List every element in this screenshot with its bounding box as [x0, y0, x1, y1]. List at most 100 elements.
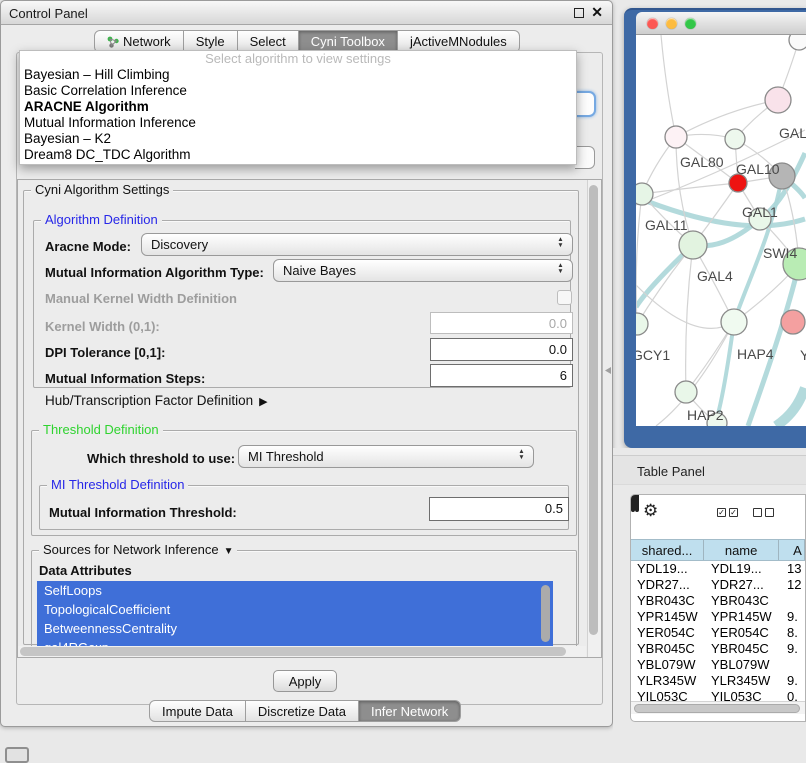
aracne-mode-label: Aracne Mode:	[45, 239, 131, 254]
inference-algorithm-combobox-fragment[interactable]	[576, 91, 596, 117]
node-top-partial[interactable]	[789, 35, 806, 50]
threshold-definition-title: Threshold Definition	[39, 423, 163, 437]
network-edge[interactable]	[686, 245, 693, 392]
apply-button[interactable]: Apply	[273, 670, 337, 692]
tab-label: Style	[196, 34, 225, 49]
table-row[interactable]: YLR345WYLR345W9.	[631, 673, 805, 689]
float-window-icon[interactable]	[574, 8, 584, 18]
network-edge[interactable]	[676, 100, 778, 137]
select-all-checkboxes-icon[interactable]: ✓✓	[717, 508, 738, 517]
table-row[interactable]: YBR045CYBR045C9.	[631, 641, 805, 657]
algorithm-option-bayesian-k2[interactable]: Bayesian – K2	[20, 131, 576, 147]
tab-label: Select	[250, 34, 286, 49]
settings-hscrollbar-thumb[interactable]	[20, 647, 566, 656]
which-threshold-combobox[interactable]: MI Threshold ▲▼	[238, 445, 534, 468]
cell: YER054C	[711, 625, 783, 640]
table-panel-titlebar[interactable]: Table Panel	[613, 455, 806, 485]
sources-title[interactable]: Sources for Network Inference▼	[39, 543, 237, 559]
deselect-all-checkboxes-icon[interactable]	[753, 508, 774, 517]
algorithm-option-basic-correlation-inference[interactable]: Basic Correlation Inference	[20, 83, 576, 99]
manual-kernel-width-label: Manual Kernel Width Definition	[45, 291, 237, 306]
bottom-tab-bar: Impute DataDiscretize DataInfer Network	[149, 700, 461, 722]
table-row[interactable]: YDL19...YDL19...13	[631, 561, 805, 577]
table-row[interactable]: YBR043CYBR043C	[631, 593, 805, 609]
node-hap4[interactable]	[721, 309, 747, 335]
close-icon[interactable]: ✕	[591, 4, 603, 21]
algorithm-popup-items: Bayesian – Hill ClimbingBasic Correlatio…	[20, 67, 576, 163]
cell: 9.	[787, 673, 805, 688]
aracne-mode-combobox[interactable]: Discovery ▲▼	[141, 233, 573, 256]
attribute-item-betweennesscentrality[interactable]: BetweennessCentrality	[37, 619, 553, 638]
attribute-item-selfloops[interactable]: SelfLoops	[37, 581, 553, 600]
network-icon	[107, 36, 119, 48]
gear-icon[interactable]: ⚙	[643, 501, 658, 521]
kernel-width-input[interactable]: 0.0	[430, 312, 573, 334]
node-label-hap4: HAP4	[737, 346, 774, 362]
node-gal4[interactable]	[679, 231, 707, 259]
network-edge[interactable]	[642, 183, 738, 194]
algorithm-option-dream8-dc-tdc-algorithm[interactable]: Dream8 DC_TDC Algorithm	[20, 147, 576, 163]
dpi-tolerance-input[interactable]: 0.0	[430, 338, 573, 361]
table-selector-combobox-fragment[interactable]	[575, 146, 595, 169]
table-row[interactable]: YPR145WYPR145W9.	[631, 609, 805, 625]
attributes-scrollbar-thumb[interactable]	[541, 585, 550, 642]
cell: YBR045C	[711, 641, 783, 656]
control-panel-titlebar[interactable]: Control Panel ✕	[1, 1, 612, 25]
tab-impute-data[interactable]: Impute Data	[149, 700, 246, 722]
manual-kernel-width-checkbox[interactable]	[557, 290, 572, 305]
mac-minimize-button[interactable]	[666, 18, 677, 29]
network-edge-thick[interactable]	[776, 388, 805, 426]
cell: 8.	[787, 625, 805, 640]
table-row[interactable]: YDR27...YDR27...12	[631, 577, 805, 593]
cell: 9.	[787, 641, 805, 656]
table-panel-title: Table Panel	[637, 464, 705, 479]
mac-zoom-button[interactable]	[685, 18, 696, 29]
table-hscrollbar-thumb[interactable]	[634, 704, 800, 713]
algorithm-option-mutual-information-inference[interactable]: Mutual Information Inference	[20, 115, 576, 131]
table-row[interactable]: YIL053CYIL053C0.	[631, 689, 805, 701]
node-gal10[interactable]	[725, 129, 745, 149]
mi-steps-input[interactable]: 6	[430, 364, 573, 387]
attribute-item-gal4rgexp[interactable]: gal4RGexp	[37, 638, 553, 646]
node-label-gal4: GAL4	[697, 268, 733, 284]
mi-threshold-input[interactable]: 0.5	[429, 497, 569, 521]
network-edge[interactable]	[661, 35, 676, 137]
node-salmon[interactable]	[781, 310, 805, 334]
collapse-down-icon[interactable]: ▼	[224, 546, 234, 557]
node-gcy1[interactable]	[636, 313, 648, 335]
minimized-panel-icon[interactable]	[5, 747, 29, 763]
data-attributes-list[interactable]: SelfLoopsTopologicalCoefficientBetweenne…	[37, 581, 553, 646]
node-label-swi4: SWI4	[763, 245, 797, 261]
aracne-mode-value: Discovery	[151, 237, 208, 252]
network-canvas[interactable]: GALGAL80GAL10GAL1GAL11SWI4GAL4GCY1HAP4YH…	[636, 35, 806, 426]
column-header-shared[interactable]: shared...	[631, 540, 704, 560]
expand-right-icon[interactable]: ▶	[259, 396, 267, 408]
mi-threshold-label: Mutual Information Threshold:	[49, 505, 237, 520]
mac-close-button[interactable]	[647, 18, 658, 29]
node-hap2[interactable]	[675, 381, 697, 403]
table-hscrollbar[interactable]	[631, 701, 805, 714]
mi-algorithm-type-combobox[interactable]: Naive Bayes ▲▼	[273, 259, 573, 282]
column-header-name[interactable]: name	[704, 540, 779, 560]
tab-discretize-data[interactable]: Discretize Data	[246, 700, 359, 722]
control-panel-window: Control Panel ✕ NetworkStyleSelectCyni T…	[0, 0, 613, 727]
cell: YDR27...	[711, 577, 783, 592]
hub-transcription-factor-section[interactable]: Hub/Transcription Factor Definition▶	[45, 393, 268, 408]
network-edge-thick[interactable]	[748, 264, 799, 426]
tab-infer-network[interactable]: Infer Network	[359, 700, 461, 722]
which-threshold-label: Which threshold to use:	[87, 451, 235, 466]
node-label-gal80: GAL80	[680, 154, 724, 170]
table-row[interactable]: YER054CYER054C8.	[631, 625, 805, 641]
settings-vscrollbar-thumb[interactable]	[589, 185, 598, 635]
node-gal2[interactable]	[765, 87, 791, 113]
algorithm-definition-title: Algorithm Definition	[41, 213, 162, 227]
column-header-a[interactable]: A	[779, 540, 805, 560]
table-row[interactable]: YBL079WYBL079W	[631, 657, 805, 673]
algorithm-option-bayesian-hill-climbing[interactable]: Bayesian – Hill Climbing	[20, 67, 576, 83]
attribute-item-topologicalcoefficient[interactable]: TopologicalCoefficient	[37, 600, 553, 619]
algorithm-option-aracne-algorithm[interactable]: ARACNE Algorithm	[20, 99, 576, 115]
node-gal11[interactable]	[636, 183, 653, 205]
mi-steps-label: Mutual Information Steps:	[45, 371, 205, 386]
network-window-titlebar[interactable]	[636, 12, 806, 35]
node-gal80[interactable]	[665, 126, 687, 148]
